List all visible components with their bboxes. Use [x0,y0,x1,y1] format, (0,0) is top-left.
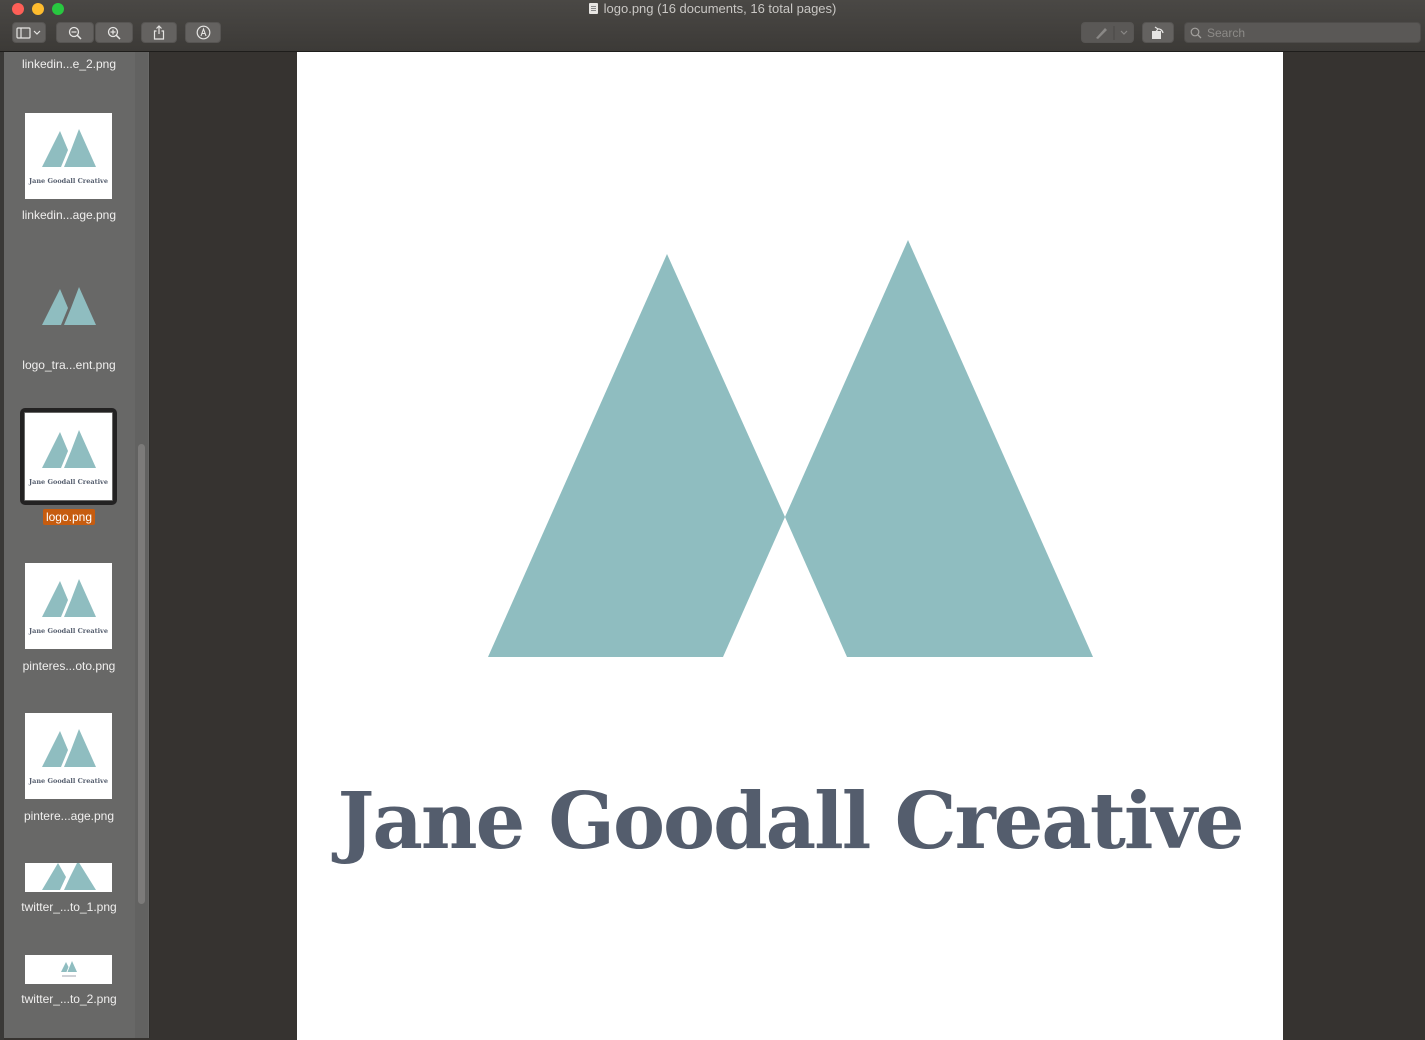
thumbnail-label: pintere...age.png [23,809,115,823]
zoom-in-icon [107,26,121,40]
thumbnail-label: twitter_...to_2.png [21,992,117,1006]
selected-thumbnail-label: logo.png [42,509,96,525]
svg-text:Jane Goodall Creative: Jane Goodall Creative [28,627,108,635]
logo-wordmark: Jane Goodall Creative [337,776,1244,867]
thumbnail-label: pinteres...oto.png [22,659,116,673]
thumbnail-label: logo.png [4,509,134,525]
logo-thumbnail-icon: Jane Goodall Creative [28,579,108,635]
zoom-out-button[interactable] [56,22,94,43]
highlight-button[interactable] [1081,22,1134,43]
thumbnail-label: logo_tra...ent.png [22,358,116,372]
thumbnail-image [25,863,112,892]
sidebar-scrollbar[interactable] [138,444,145,904]
document-icon [588,3,598,14]
sidebar-icon [16,26,41,39]
zoom-in-button[interactable] [95,22,133,43]
thumbnail-image: Jane Goodall Creative [25,713,112,799]
markup-icon [196,25,210,40]
thumbnail-sidebar: linkedin...e_2.png Jane Goodall Creative… [4,52,150,1038]
logo-thumbnail-icon: Jane Goodall Creative [28,129,108,185]
document-view: Jane Goodall Creative [150,52,1425,1040]
window-title-text: logo.png (16 documents, 16 total pages) [603,1,837,16]
toolbar: logo.png (16 documents, 16 total pages) [0,0,1425,52]
search-icon [1190,27,1202,39]
highlighter-icon [1095,25,1127,40]
thumbnail-image [25,955,112,984]
thumbnail-image: Jane Goodall Creative [25,413,112,500]
logo-thumbnail-icon [42,863,96,890]
rotate-button[interactable] [1142,22,1174,43]
thumbnail-image [25,275,112,337]
thumbnail-image: Jane Goodall Creative [25,563,112,649]
logo-transparent-thumbnail-icon [42,287,96,325]
thumbnail-label: linkedin...age.png [21,208,117,222]
window-title: logo.png (16 documents, 16 total pages) [0,1,1425,17]
logo-mountains-graphic [488,240,1093,657]
thumbnail-label: linkedin...e_2.png [21,57,117,71]
logo-thumbnail-icon: Jane Goodall Creative [28,430,108,486]
thumbnail-image: Jane Goodall Creative [25,113,112,199]
zoom-out-icon [68,26,82,40]
logo-left-peak [488,254,785,657]
share-button[interactable] [141,22,177,43]
markup-button[interactable] [185,22,221,43]
document-page: Jane Goodall Creative [297,52,1283,1040]
rotate-icon [1152,26,1164,39]
sidebar-view-button[interactable] [12,22,46,43]
logo-thumbnail-icon [61,961,77,977]
svg-text:Jane Goodall Creative: Jane Goodall Creative [28,177,108,185]
search-field[interactable] [1184,22,1421,43]
svg-text:Jane Goodall Creative: Jane Goodall Creative [28,777,108,785]
thumbnail-label: twitter_...to_1.png [21,900,117,914]
logo-thumbnail-icon: Jane Goodall Creative [28,729,108,785]
share-icon [153,25,165,40]
search-input[interactable] [1207,25,1412,40]
svg-text:Jane Goodall Creative: Jane Goodall Creative [28,478,108,486]
logo-right-peak [785,240,1093,657]
